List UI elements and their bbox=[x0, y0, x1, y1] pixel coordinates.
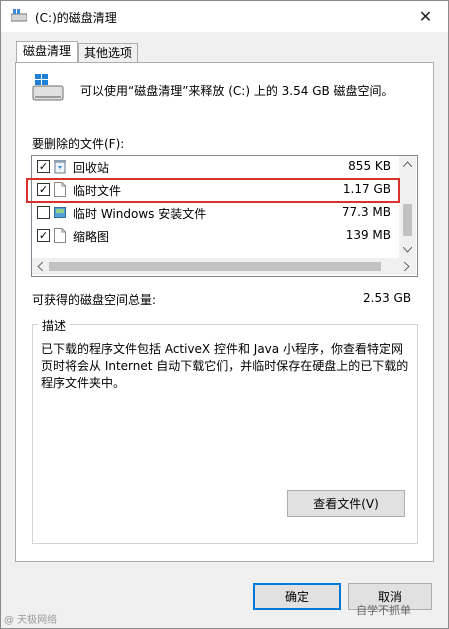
list-item[interactable]: 临时 Windows 安装文件 77.3 MB bbox=[32, 202, 399, 225]
scroll-left-icon[interactable] bbox=[37, 262, 43, 271]
title-bar: (C:)的磁盘清理 ✕ bbox=[1, 1, 448, 32]
file-size: 855 KB bbox=[348, 159, 391, 173]
file-name: 回收站 bbox=[73, 161, 110, 175]
watermark-left: @ 天极网络 bbox=[4, 615, 58, 626]
windows-setup-icon bbox=[54, 207, 66, 218]
tab-more-options[interactable]: 其他选项 bbox=[78, 43, 138, 63]
scroll-up-icon[interactable] bbox=[403, 161, 412, 167]
file-icon bbox=[54, 228, 66, 243]
description-text: 已下载的程序文件包括 ActiveX 控件和 Java 小程序，你查看特定网页时… bbox=[41, 342, 409, 390]
highlight-box bbox=[26, 178, 400, 203]
intro-text: 可以使用“磁盘清理”来释放 (C:) 上的 3.54 GB 磁盘空间。 bbox=[80, 84, 394, 98]
window-title: (C:)的磁盘清理 bbox=[35, 11, 117, 25]
close-button[interactable]: ✕ bbox=[403, 1, 448, 32]
tab-disk-cleanup[interactable]: 磁盘清理 bbox=[16, 41, 78, 63]
files-listbox[interactable]: ✓ 回收站 855 KB ✓ 临时文件 1.17 GB 临时 Windows 安… bbox=[31, 155, 418, 277]
checkbox[interactable] bbox=[37, 206, 50, 219]
space-gain-value: 2.53 GB bbox=[363, 291, 412, 305]
list-item[interactable]: ✓ 缩略图 139 MB bbox=[32, 225, 399, 248]
description-title: 描述 bbox=[38, 317, 71, 334]
drive-icon bbox=[11, 9, 27, 22]
file-name: 临时 Windows 安装文件 bbox=[73, 207, 207, 221]
file-size: 77.3 MB bbox=[341, 205, 391, 219]
checkbox[interactable]: ✓ bbox=[37, 229, 50, 242]
drive-cleanup-icon bbox=[32, 74, 64, 101]
scroll-right-icon[interactable] bbox=[404, 262, 410, 271]
recycle-bin-icon bbox=[54, 160, 66, 174]
watermark-right: 自学不抓单 bbox=[356, 604, 411, 617]
scroll-thumb[interactable] bbox=[403, 204, 412, 236]
checkbox[interactable]: ✓ bbox=[37, 160, 50, 173]
scroll-down-icon[interactable] bbox=[403, 247, 412, 253]
scroll-thumb[interactable] bbox=[49, 262, 381, 271]
horizontal-scrollbar[interactable] bbox=[32, 258, 416, 275]
space-gain-label: 可获得的磁盘空间总量: bbox=[32, 293, 157, 307]
files-to-delete-label: 要删除的文件(F): bbox=[32, 137, 125, 151]
list-item[interactable]: ✓ 回收站 855 KB bbox=[32, 156, 399, 179]
vertical-scrollbar[interactable] bbox=[399, 156, 416, 258]
file-size: 139 MB bbox=[345, 228, 391, 242]
view-files-button[interactable]: 查看文件(V) bbox=[287, 490, 405, 517]
ok-button[interactable]: 确定 bbox=[253, 583, 341, 610]
file-name: 缩略图 bbox=[73, 230, 110, 244]
